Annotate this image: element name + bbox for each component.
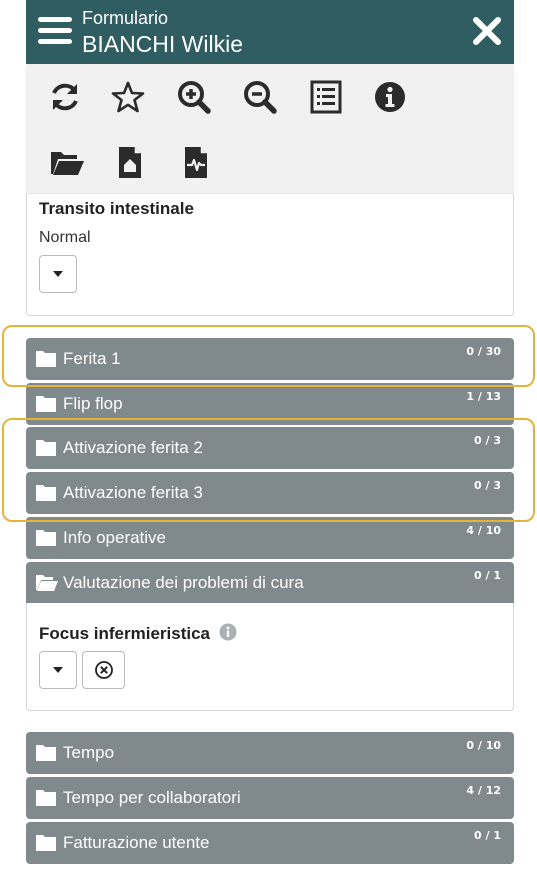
header-subtitle: Formulario <box>82 8 169 28</box>
caret-down-icon <box>53 667 63 673</box>
section-count: 4 / 10 <box>466 524 501 537</box>
folder-icon <box>36 835 56 851</box>
folder-icon <box>36 790 56 806</box>
zoom-out-icon[interactable] <box>240 77 280 117</box>
menu-icon[interactable] <box>38 17 72 49</box>
info-circle-icon[interactable] <box>219 623 237 641</box>
folder-icon <box>36 396 56 412</box>
toolbar <box>26 64 514 194</box>
list-icon[interactable] <box>306 77 346 117</box>
folder-icon <box>36 485 56 501</box>
section-count: 0 / 30 <box>466 345 501 358</box>
info-icon[interactable] <box>370 77 410 117</box>
transit-panel: Transito intestinale Normal <box>26 194 514 316</box>
transit-value: Normal <box>39 229 91 246</box>
section-count: 4 / 12 <box>466 784 501 797</box>
section-count: 0 / 3 <box>474 479 501 492</box>
caret-down-icon <box>53 271 63 277</box>
zoom-in-icon[interactable] <box>174 77 214 117</box>
header-title: BIANCHI Wilkie <box>82 31 244 57</box>
refresh-icon[interactable] <box>45 77 85 117</box>
star-icon[interactable] <box>108 77 148 117</box>
folder-open-icon[interactable] <box>47 142 87 182</box>
section-label: Valutazione dei problemi di cura <box>63 573 304 592</box>
section-tempo-per-collaboratori[interactable]: Tempo per collaboratori 4 / 12 <box>26 777 514 819</box>
section-label: Attivazione ferita 2 <box>63 438 203 457</box>
house-document-icon[interactable] <box>110 142 150 182</box>
section-count: 0 / 1 <box>474 829 501 842</box>
focus-dropdown-button[interactable] <box>39 651 77 689</box>
transit-dropdown-button[interactable] <box>39 255 77 293</box>
section-attivazione-ferita-2[interactable]: Attivazione ferita 2 0 / 3 <box>26 427 514 469</box>
section-ferita-1[interactable]: Ferita 1 0 / 30 <box>26 338 514 380</box>
section-attivazione-ferita-3[interactable]: Attivazione ferita 3 0 / 3 <box>26 472 514 514</box>
section-count: 0 / 1 <box>474 569 501 582</box>
section-label: Tempo <box>63 743 115 762</box>
section-tempo[interactable]: Tempo 0 / 10 <box>26 732 514 774</box>
folder-icon <box>36 440 56 456</box>
section-count: 0 / 10 <box>466 739 501 752</box>
focus-clear-button[interactable] <box>82 651 125 689</box>
section-label: Attivazione ferita 3 <box>63 483 203 502</box>
folder-icon <box>36 745 56 761</box>
clear-circle-icon <box>94 661 113 679</box>
folder-open-icon <box>36 575 58 591</box>
focus-label-text: Focus infermieristica <box>39 624 211 643</box>
section-count: 1 / 13 <box>466 390 501 403</box>
section-info-operative[interactable]: Info operative 4 / 10 <box>26 517 514 559</box>
folder-icon <box>36 351 56 367</box>
section-label: Fatturazione utente <box>63 833 210 852</box>
section-label: Tempo per collaboratori <box>63 788 241 807</box>
app-header: Formulario BIANCHI Wilkie <box>26 0 514 64</box>
folder-icon <box>36 530 56 546</box>
focus-panel: Focus infermieristica <box>26 603 514 711</box>
section-label: Info operative <box>63 528 167 547</box>
section-label: Flip flop <box>63 394 123 413</box>
section-valutazione-problemi-cura[interactable]: Valutazione dei problemi di cura 0 / 1 <box>26 562 514 604</box>
medical-document-icon[interactable] <box>176 142 216 182</box>
section-count: 0 / 3 <box>474 434 501 447</box>
section-label: Ferita 1 <box>63 349 121 368</box>
focus-label: Focus infermieristica <box>39 623 237 644</box>
section-flip-flop[interactable]: Flip flop 1 / 13 <box>26 383 514 425</box>
transit-label: Transito intestinale <box>39 199 194 218</box>
close-icon[interactable] <box>470 14 504 48</box>
section-fatturazione-utente[interactable]: Fatturazione utente 0 / 1 <box>26 822 514 864</box>
